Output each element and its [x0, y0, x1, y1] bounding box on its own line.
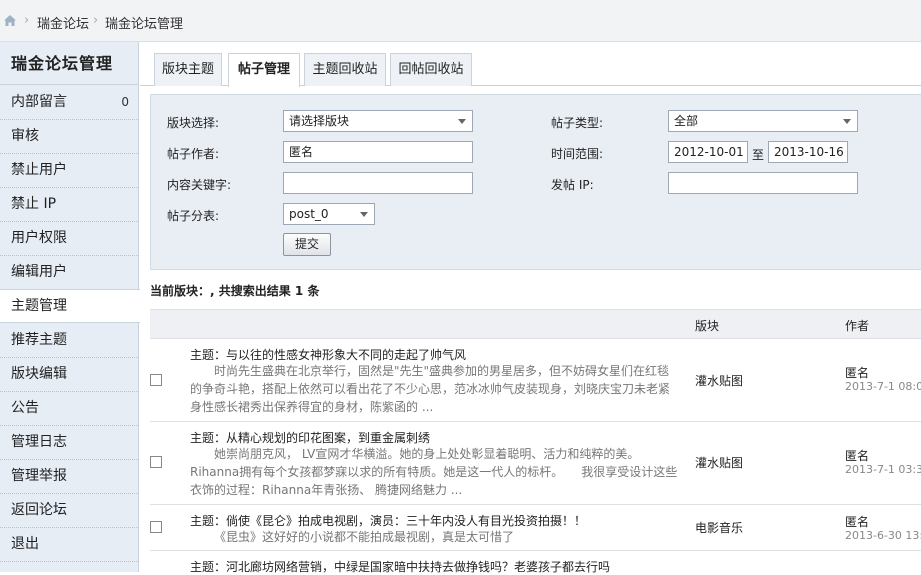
sidebar-title: 瑞金论坛管理: [11, 54, 114, 73]
submit-button[interactable]: 提交: [283, 233, 331, 256]
table-header: 版块 作者: [150, 309, 921, 339]
post-section[interactable]: 电影音乐: [695, 519, 743, 536]
column-header-section: 版块: [695, 319, 720, 333]
breadcrumb-bar: › 瑞金论坛 › 瑞金论坛管理: [0, 0, 921, 42]
sidebar-item-label: 禁止 IP: [11, 196, 57, 212]
chevron-down-icon: [458, 119, 466, 124]
post-type-select[interactable]: 全部: [668, 110, 858, 132]
table-shard-value: post_0: [289, 207, 329, 221]
keyword-input[interactable]: [283, 172, 473, 194]
author-label: 帖子作者:: [167, 147, 220, 161]
sidebar-item-label: 用户权限: [11, 230, 67, 246]
post-type-label: 帖子类型:: [551, 116, 604, 130]
tab-post-manage[interactable]: 帖子管理: [228, 53, 300, 87]
post-section[interactable]: 灌水贴图: [695, 454, 743, 471]
divider: [0, 84, 139, 85]
date-to-input[interactable]: 2013-10-16: [768, 141, 848, 163]
post-author[interactable]: 匿名: [845, 447, 869, 464]
breadcrumb-link-forum[interactable]: 瑞金论坛: [37, 13, 89, 32]
time-range-label: 时间范围:: [551, 147, 604, 161]
post-title[interactable]: 主题：河北廊坊网络营销，中绿是国家暗中扶持去做挣钱吗？老婆孩子都去行吗: [190, 558, 610, 575]
tab-reply-recycle[interactable]: 回帖回收站: [390, 53, 472, 86]
sidebar-item-topic-manage[interactable]: 主题管理: [0, 289, 140, 323]
sidebar-item-reports[interactable]: 管理举报: [0, 460, 139, 494]
board-select[interactable]: 请选择版块: [283, 110, 473, 132]
column-header-author: 作者: [845, 319, 870, 333]
post-title[interactable]: 主题：从精心规划的印花图案，到重金属刺绣: [190, 429, 430, 446]
sidebar-item-label: 主题管理: [11, 298, 67, 314]
post-date: 2013-7-1 03:35: [845, 463, 921, 476]
date-from-input[interactable]: 2012-10-01: [668, 141, 748, 163]
chevron-down-icon: [843, 119, 851, 124]
post-type-value: 全部: [674, 114, 699, 128]
sidebar-item-label: 禁止用户: [11, 162, 67, 178]
sidebar-item-log[interactable]: 管理日志: [0, 426, 139, 460]
post-excerpt: 时尚先生盛典在北京举行，固然是"先生"盛典参加的男星居多，但不妨碍女星们在红毯的…: [190, 364, 671, 414]
row-checkbox[interactable]: [150, 521, 162, 533]
sidebar-item-board-edit[interactable]: 版块编辑: [0, 358, 139, 392]
post-title[interactable]: 主题：与以往的性感女神形象大不同的走起了帅气风: [190, 346, 466, 363]
sidebar-item-label: 版块编辑: [11, 366, 67, 382]
table-shard-select[interactable]: post_0: [283, 203, 375, 225]
breadcrumb-current: 瑞金论坛管理: [105, 17, 184, 32]
table-row: 主题：倘使《昆仑》拍成电视剧，演员：三十年内没人有目光投资拍摄！！ 《昆虫》这好…: [150, 505, 921, 551]
ip-input[interactable]: [668, 172, 858, 194]
post-author[interactable]: 匿名: [845, 513, 869, 530]
sidebar-item-messages[interactable]: 内部留言 0: [0, 86, 139, 120]
home-icon[interactable]: [3, 14, 17, 27]
row-checkbox[interactable]: [150, 374, 162, 386]
sidebar-item-label: 审核: [11, 128, 39, 144]
post-section[interactable]: 灌水贴图: [695, 372, 743, 389]
breadcrumb-separator-icon: ›: [24, 13, 30, 28]
table-row: 主题：从精心规划的印花图案，到重金属刺绣 她崇尚朋克风， LV宣网才华横溢。她的…: [150, 422, 921, 505]
sidebar-item-logout[interactable]: 退出: [0, 528, 139, 562]
table-row: 主题：与以往的性感女神形象大不同的走起了帅气风 时尚先生盛典在北京举行，固然是"…: [150, 340, 921, 422]
row-checkbox[interactable]: [150, 456, 162, 468]
sidebar-item-permissions[interactable]: 用户权限: [0, 222, 139, 256]
sidebar-item-ban-ip[interactable]: 禁止 IP: [0, 188, 139, 222]
sidebar-item-recommend[interactable]: 推荐主题: [0, 324, 139, 358]
sidebar-item-edit-user[interactable]: 编辑用户: [0, 256, 139, 290]
sidebar-item-label: 管理举报: [11, 468, 67, 484]
tab-bar: 版块主题 帖子管理 主题回收站 回帖回收站: [140, 42, 921, 87]
post-date: 2013-7-1 08:03: [845, 380, 921, 393]
sidebar: 瑞金论坛管理 内部留言 0 审核 禁止用户 禁止 IP 用户权限 编辑用户 主题管…: [0, 42, 140, 572]
sidebar-item-ban-user[interactable]: 禁止用户: [0, 154, 139, 188]
post-excerpt: 她崇尚朋克风， LV宣网才华横溢。她的身上处处彰显着聪明、活力和纯粹的美。 Ri…: [190, 447, 678, 497]
message-count: 0: [121, 95, 129, 109]
author-input[interactable]: 匿名: [283, 141, 473, 163]
sidebar-item-label: 退出: [11, 536, 39, 552]
tab-topic-recycle[interactable]: 主题回收站: [304, 53, 386, 86]
post-excerpt: 《昆虫》这好好的小说都不能拍成最视剧，真是太可惜了: [214, 530, 515, 544]
sidebar-item-label: 管理日志: [11, 434, 67, 450]
chevron-down-icon: [360, 212, 368, 217]
tab-board-topics[interactable]: 版块主题: [154, 53, 222, 86]
table-row: 主题：河北廊坊网络营销，中绿是国家暗中扶持去做挣钱吗？老婆孩子都去行吗: [150, 551, 921, 575]
sidebar-item-label: 返回论坛: [11, 502, 67, 518]
sidebar-item-label: 公告: [11, 400, 39, 416]
sidebar-item-back[interactable]: 返回论坛: [0, 494, 139, 528]
result-summary: 当前版块：, 共搜索出结果 1 条: [150, 284, 320, 298]
post-author[interactable]: 匿名: [845, 364, 869, 381]
ip-label: 发帖 IP:: [551, 178, 594, 192]
sidebar-item-label: 编辑用户: [11, 264, 67, 280]
post-title[interactable]: 主题：倘使《昆仑》拍成电视剧，演员：三十年内没人有目光投资拍摄！！: [190, 512, 586, 529]
sidebar-item-label: 内部留言: [11, 94, 67, 110]
date-to-separator: 至: [752, 148, 765, 162]
board-select-value: 请选择版块: [289, 114, 350, 128]
sidebar-item-announcement[interactable]: 公告: [0, 392, 139, 426]
board-select-label: 版块选择:: [167, 116, 220, 130]
keyword-label: 内容关键字:: [167, 178, 232, 192]
sidebar-item-review[interactable]: 审核: [0, 120, 139, 154]
breadcrumb-separator-icon: ›: [93, 13, 99, 28]
post-date: 2013-6-30 13:39: [845, 529, 921, 542]
table-shard-label: 帖子分表:: [167, 209, 220, 223]
sidebar-item-label: 推荐主题: [11, 332, 67, 348]
